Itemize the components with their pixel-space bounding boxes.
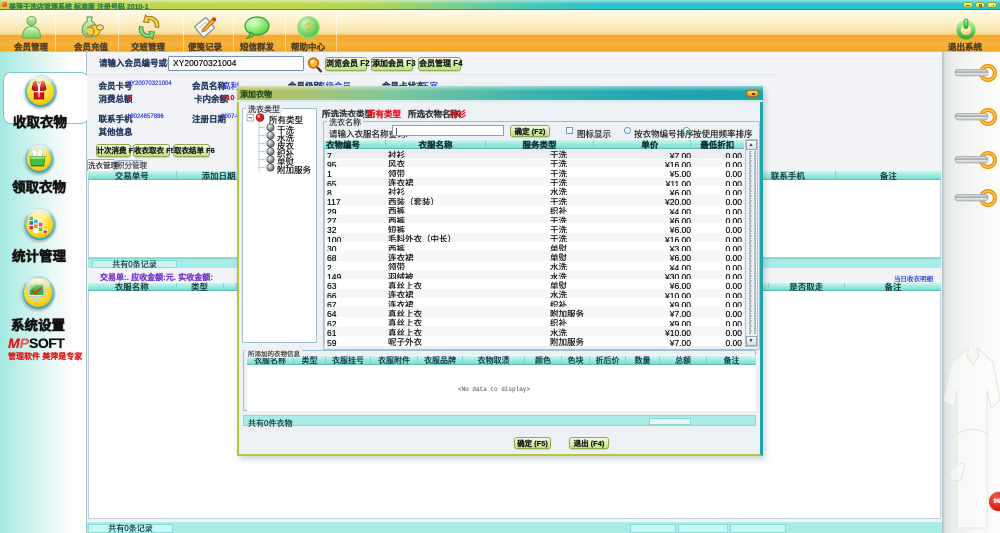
svg-text:?: ? — [304, 20, 313, 36]
